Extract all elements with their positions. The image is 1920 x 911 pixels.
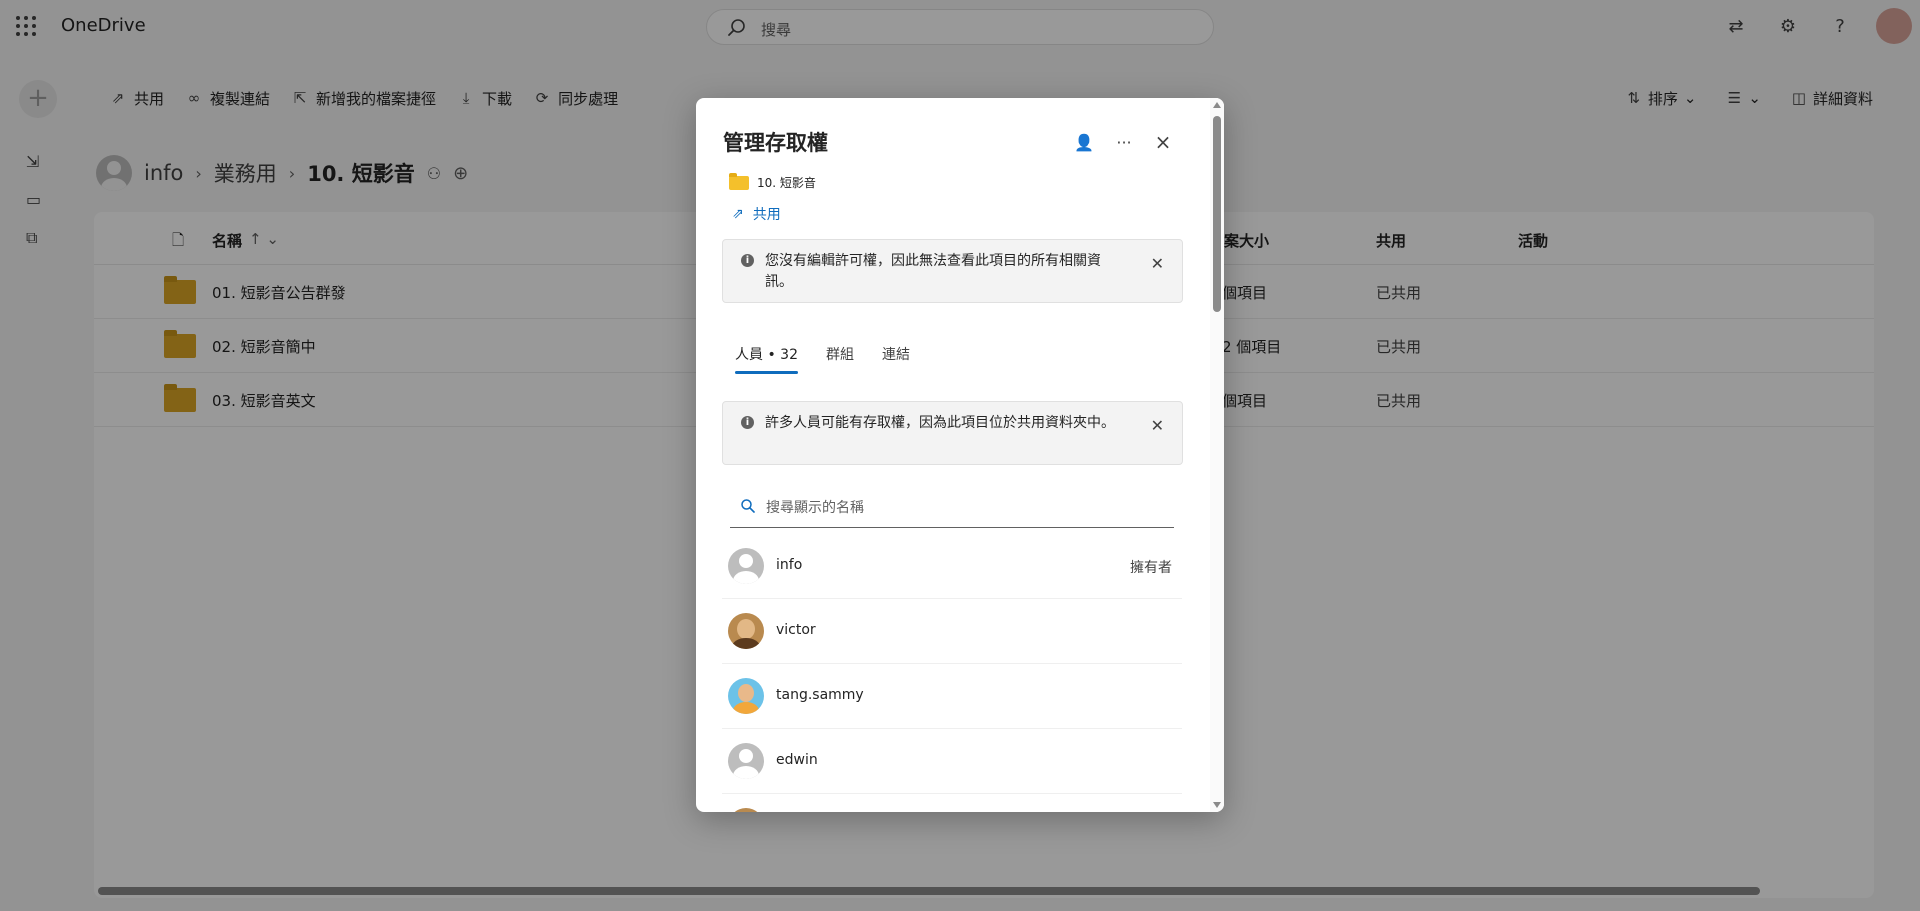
list-item[interactable]: info 擁有者 [722,534,1182,599]
avatar [728,808,764,812]
person-name: victor [776,622,816,638]
avatar [728,613,764,649]
person-name: info [776,557,803,573]
avatar [728,548,764,584]
dialog-item: 10. 短影音 [729,172,816,191]
grant-access-icon[interactable]: 👤 [1072,130,1096,154]
people-search-input[interactable]: 搜尋顯示的名稱 [730,488,1174,528]
tab-groups[interactable]: 群組 [826,344,854,374]
scroll-up-arrow-icon[interactable] [1213,102,1221,108]
list-item[interactable]: victor [722,599,1182,664]
dialog-scrollbar[interactable] [1210,98,1224,812]
close-icon[interactable]: ✕ [1151,415,1164,436]
scrollbar-thumb[interactable] [1213,116,1221,312]
permission-info-banner: i 您沒有編輯許可權，因此無法查看此項目的所有相關資訊。 ✕ [722,239,1183,303]
share-icon: ⇗ [732,206,744,222]
access-tabs: 人員 • 32 群組 連結 [735,344,910,374]
info-icon: i [741,416,754,429]
list-item[interactable]: tang.sammy [722,664,1182,729]
close-icon[interactable]: ✕ [1151,253,1164,274]
dialog-item-name: 10. 短影音 [757,176,816,190]
search-placeholder: 搜尋顯示的名稱 [766,500,864,516]
folder-icon [729,172,749,190]
more-options-icon[interactable]: ··· [1112,130,1136,154]
person-name: edwin [776,752,818,768]
shared-folder-info-banner: i 許多人員可能有存取權，因為此項目位於共用資料夾中。 ✕ [722,401,1183,465]
close-icon[interactable]: × [1151,130,1175,154]
manage-access-dialog: 管理存取權 👤 ··· × 10. 短影音 ⇗ 共用 i 您沒有編輯許可權，因此… [696,98,1224,812]
avatar [728,678,764,714]
banner-text: 許多人員可能有存取權，因為此項目位於共用資料夾中。 [765,415,1115,431]
share-button[interactable]: ⇗ 共用 [732,204,781,224]
tab-people[interactable]: 人員 • 32 [735,344,798,374]
list-item[interactable] [722,794,1182,812]
search-icon [741,499,755,513]
info-icon: i [741,254,754,267]
list-item[interactable]: edwin [722,729,1182,794]
scroll-down-arrow-icon[interactable] [1213,802,1221,808]
avatar [728,743,764,779]
person-role: 擁有者 [1130,560,1172,576]
person-name: tang.sammy [776,687,864,703]
tab-links[interactable]: 連結 [882,344,910,374]
banner-text: 您沒有編輯許可權，因此無法查看此項目的所有相關資訊。 [765,253,1101,290]
dialog-title: 管理存取權 [723,131,828,155]
